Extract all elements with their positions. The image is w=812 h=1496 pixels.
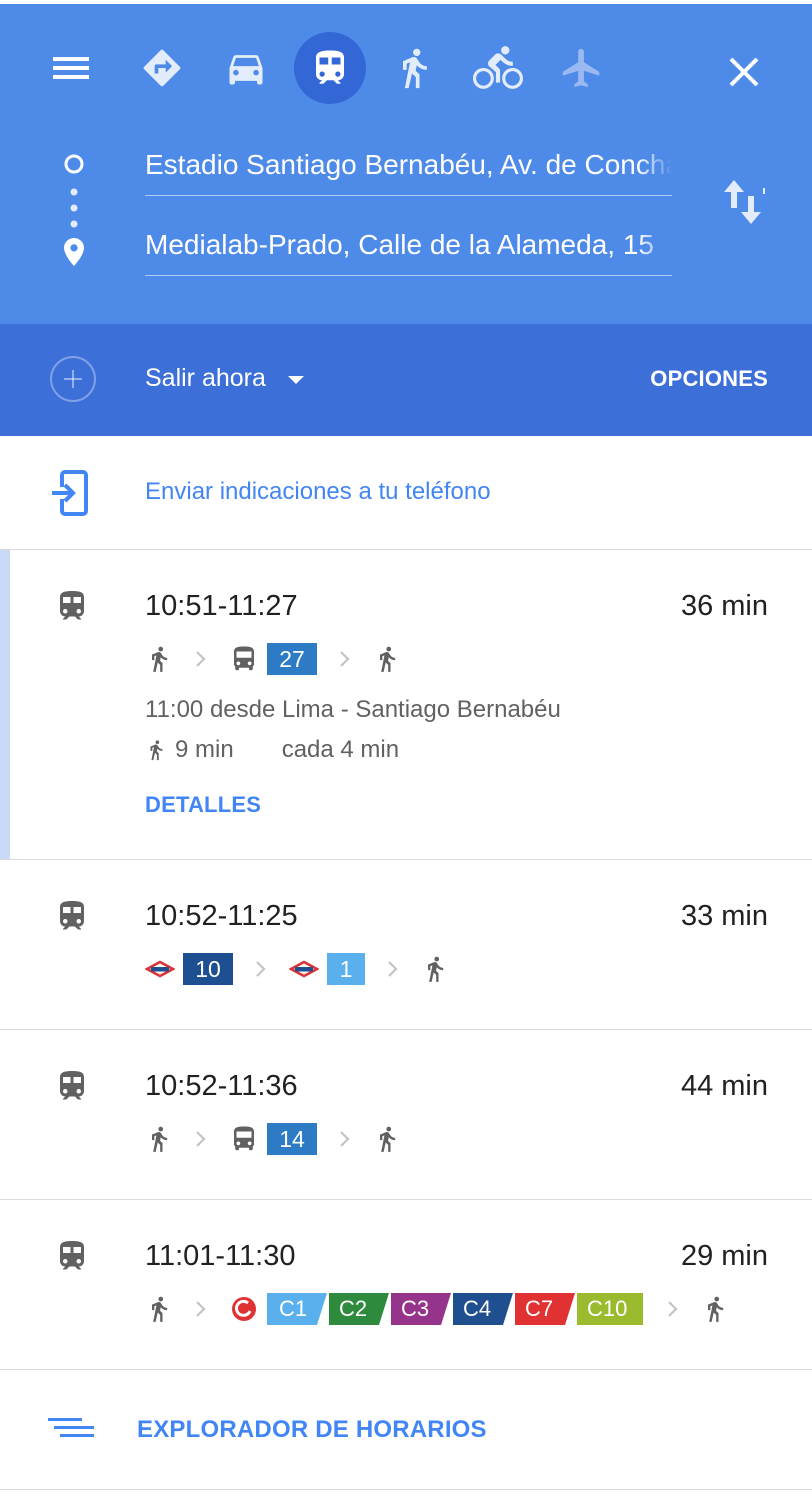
cercanias-logo-icon: [232, 1297, 256, 1321]
send-to-phone-icon: [52, 470, 88, 516]
depart-time-dropdown[interactable]: Salir ahora: [145, 364, 304, 393]
route-steps: 14: [145, 1122, 401, 1156]
destination-fade: [638, 214, 672, 275]
chevron-right-icon: [255, 961, 267, 977]
walk-icon: [145, 737, 167, 763]
schedule-explorer-label: EXPLORADOR DE HORARIOS: [137, 1416, 487, 1443]
chevron-right-icon: [387, 961, 399, 977]
transit-icon: [54, 1236, 90, 1276]
origin-input[interactable]: Estadio Santiago Bernabéu, Av. de Concha…: [145, 134, 672, 196]
selected-indicator: [0, 550, 10, 859]
route-time: 10:52-11:25: [145, 900, 298, 932]
route-steps: 10 1: [145, 952, 449, 986]
chevron-right-icon: [667, 1301, 679, 1317]
transit-icon: [309, 47, 351, 89]
route-option-2[interactable]: 10:52-11:25 33 min 10 1: [0, 860, 812, 1030]
cercanias-line-badge: C4: [453, 1293, 513, 1325]
walk-icon: [701, 1293, 729, 1325]
mode-car-button[interactable]: [210, 32, 282, 104]
add-destination-button[interactable]: [50, 356, 96, 402]
walk-icon: [145, 643, 173, 675]
cercanias-line-badge: C2: [329, 1293, 389, 1325]
schedule-explorer-icon: [48, 1418, 96, 1442]
chevron-right-icon: [195, 651, 207, 667]
metro-line-badge: 10: [183, 953, 233, 985]
flight-icon: [562, 48, 600, 88]
walk-icon: [373, 643, 401, 675]
route-fields: Estadio Santiago Bernabéu, Av. de Concha…: [0, 134, 812, 324]
cercanias-line-badge: C1: [267, 1293, 327, 1325]
car-icon: [229, 55, 263, 85]
walk-time: 9 min: [175, 736, 234, 763]
walk-icon: [145, 1123, 173, 1155]
schedule-explorer-button[interactable]: EXPLORADOR DE HORARIOS: [0, 1368, 812, 1490]
walk-icon: [392, 46, 436, 90]
metro-line-badge: 1: [327, 953, 365, 985]
bus-line-badge: 27: [267, 643, 317, 675]
transit-icon: [54, 896, 90, 936]
cercanias-line-badge: C3: [391, 1293, 451, 1325]
cercanias-lines: C1 C2 C3 C4 C7 C10: [267, 1293, 645, 1325]
chevron-right-icon: [339, 1131, 351, 1147]
metro-logo-icon: [289, 960, 319, 978]
metro-logo-icon: [145, 960, 175, 978]
walk-icon: [373, 1123, 401, 1155]
destination-input[interactable]: Medialab-Prado, Calle de la Alameda, 15: [145, 214, 672, 276]
destination-text: Medialab-Prado, Calle de la Alameda, 15: [145, 229, 654, 260]
send-to-phone-button[interactable]: Enviar indicaciones a tu teléfono: [0, 436, 812, 550]
mode-walk-button[interactable]: [378, 32, 450, 104]
directions-header: Estadio Santiago Bernabéu, Av. de Concha…: [0, 4, 812, 324]
mode-transit-button[interactable]: [294, 32, 366, 104]
close-icon: [729, 57, 759, 87]
transit-icon: [54, 586, 90, 626]
departure-bar: Salir ahora OPCIONES: [0, 324, 812, 436]
best-route-icon: [143, 49, 181, 87]
bicycle-icon: [473, 46, 523, 89]
route-path-icon: [64, 154, 84, 266]
route-time: 10:52-11:36: [145, 1070, 298, 1102]
route-option-1[interactable]: 10:51-11:27 36 min 27 11:00 desde Lima -…: [0, 550, 812, 860]
swap-icon: [724, 180, 765, 224]
route-time: 11:01-11:30: [145, 1240, 296, 1272]
walk-icon: [145, 1293, 173, 1325]
route-duration: 33 min: [680, 900, 768, 932]
details-button[interactable]: DETALLES: [145, 792, 261, 818]
send-to-phone-label: Enviar indicaciones a tu teléfono: [145, 478, 491, 505]
walk-icon: [421, 953, 449, 985]
route-steps: C1 C2 C3 C4 C7 C10: [145, 1292, 729, 1326]
options-button[interactable]: OPCIONES: [650, 366, 768, 392]
departure-info: 11:00 desde Lima - Santiago Bernabéu: [145, 696, 561, 723]
origin-fade: [638, 134, 672, 195]
route-duration: 29 min: [680, 1240, 768, 1272]
dropdown-arrow-icon: [287, 375, 304, 384]
mode-flight-button[interactable]: [546, 32, 618, 104]
cercanias-line-badge: C7: [515, 1293, 575, 1325]
menu-button[interactable]: [48, 50, 94, 86]
route-time: 10:51-11:27: [145, 590, 298, 622]
route-option-3[interactable]: 10:52-11:36 44 min 14: [0, 1030, 812, 1200]
transit-icon: [54, 1066, 90, 1106]
route-duration: 44 min: [680, 1070, 768, 1102]
cercanias-line-badge: C10: [577, 1293, 643, 1325]
route-option-4[interactable]: 11:01-11:30 29 min C1 C2 C3 C4 C7 C10: [0, 1200, 812, 1370]
chevron-right-icon: [195, 1131, 207, 1147]
bus-line-badge: 14: [267, 1123, 317, 1155]
frequency: cada 4 min: [281, 736, 400, 763]
origin-text: Estadio Santiago Bernabéu, Av. de Concha…: [145, 149, 672, 180]
route-duration: 36 min: [680, 590, 768, 622]
route-steps: 27: [145, 642, 401, 676]
chevron-right-icon: [339, 651, 351, 667]
bus-icon: [229, 643, 259, 675]
mode-best-route-button[interactable]: [126, 32, 198, 104]
close-button[interactable]: [720, 48, 768, 96]
mode-bicycle-button[interactable]: [462, 32, 534, 104]
travel-mode-bar: [0, 4, 812, 134]
walk-frequency-info: 9 min cada 4 min: [145, 736, 399, 764]
bus-icon: [229, 1123, 259, 1155]
chevron-right-icon: [195, 1301, 207, 1317]
depart-time-label: Salir ahora: [145, 364, 266, 392]
swap-button[interactable]: [720, 174, 772, 230]
